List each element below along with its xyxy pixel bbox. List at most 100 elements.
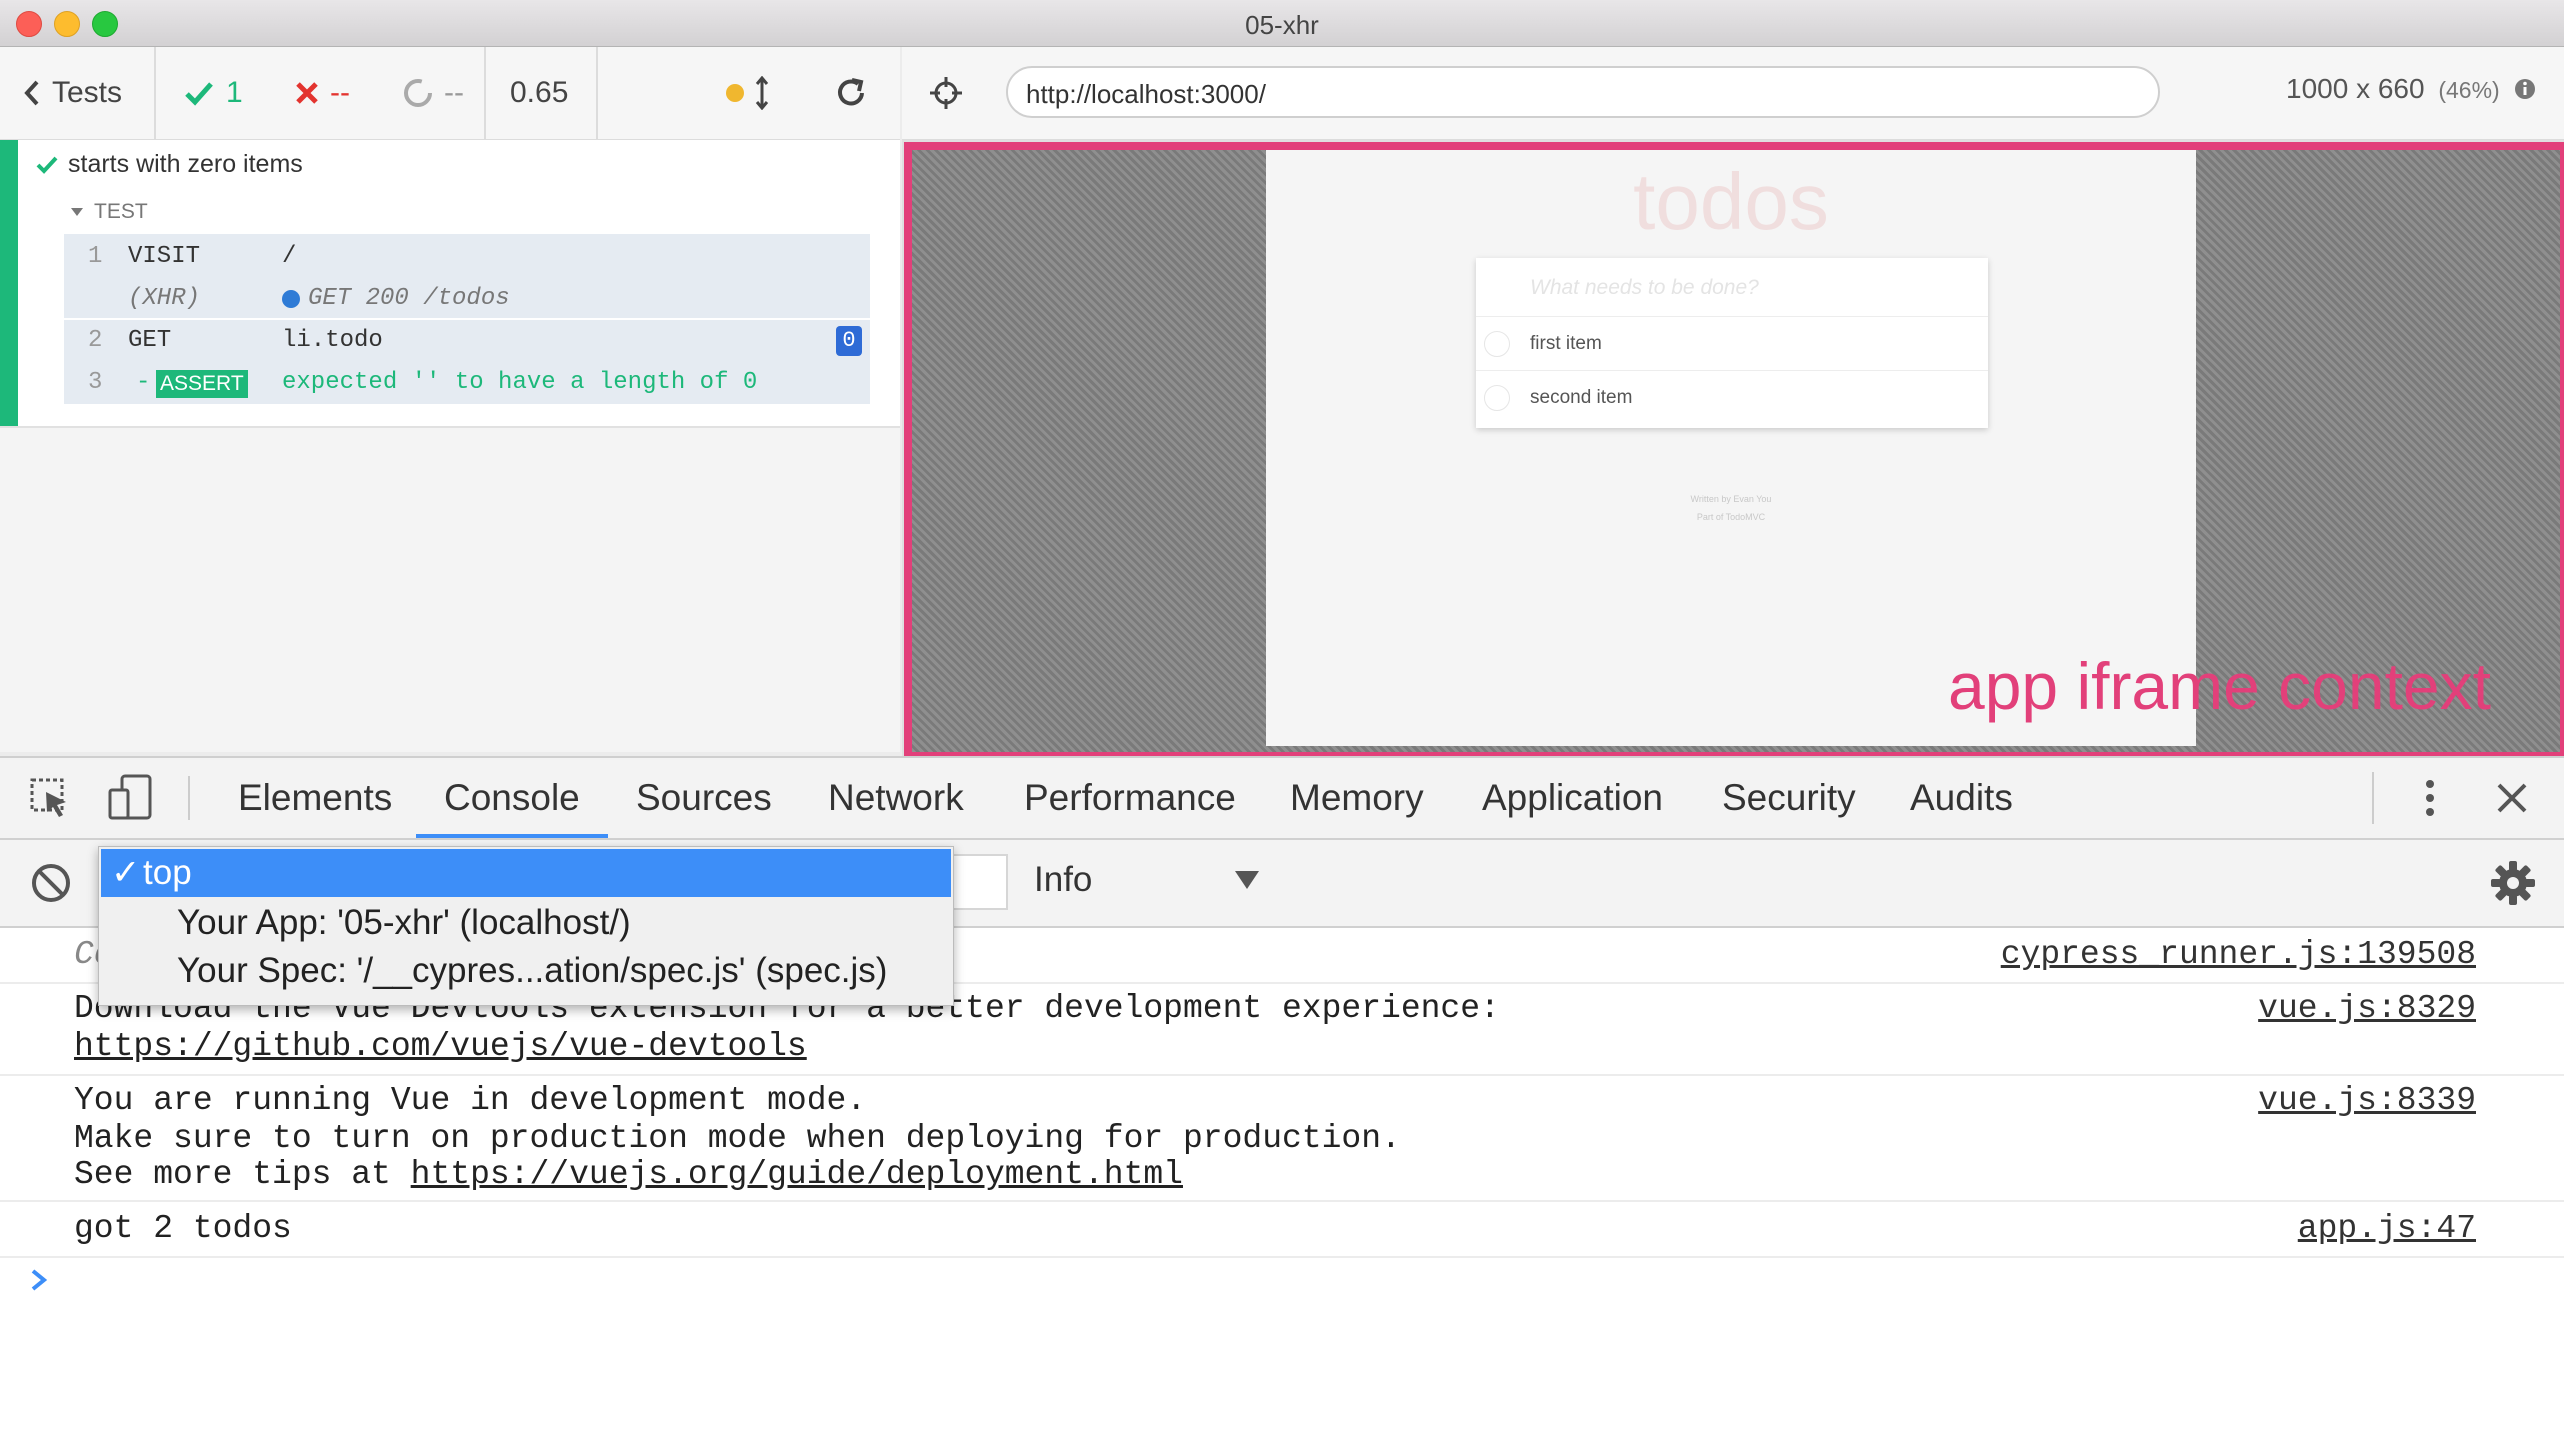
test-title-row[interactable]: starts with zero items	[36, 150, 303, 179]
test-status-stripe	[0, 140, 18, 426]
todo-list: What needs to be done? first item second…	[1476, 258, 1988, 428]
context-option-selected[interactable]: ✓ top	[101, 849, 951, 897]
assert-badge: ASSERT	[156, 370, 248, 398]
todo-label: first item	[1530, 333, 1602, 354]
app-iframe-context-label: app iframe context	[1948, 649, 2491, 723]
inspect-cursor-icon	[30, 778, 66, 817]
test-item[interactable]: starts with zero items TEST 1 VISIT / (X…	[0, 140, 900, 428]
devtools-menu-button[interactable]	[2420, 776, 2440, 825]
todo-item[interactable]: second item	[1476, 370, 1988, 425]
command-message: /	[282, 243, 297, 270]
context-option[interactable]: Your App: '05-xhr' (localhost/)	[177, 901, 631, 945]
clear-console-button[interactable]	[30, 862, 72, 909]
window-titlebar: 05-xhr	[0, 0, 2564, 47]
context-option[interactable]: Your Spec: '/__cypres...ation/spec.js' (…	[177, 949, 887, 993]
selector-playground-button[interactable]	[928, 75, 964, 116]
app-footer: Written by Evan You Part of TodoMVC	[1266, 490, 2196, 526]
console-text: Make sure to turn on production mode whe…	[74, 1120, 1401, 1157]
active-tab-indicator	[416, 834, 608, 838]
window-title: 05-xhr	[1245, 10, 1319, 40]
console-text-prefix: See more tips at	[74, 1156, 411, 1193]
todo-item[interactable]: first item	[1476, 316, 1988, 371]
context-option-label: top	[143, 853, 192, 892]
element-count-badge: 0	[836, 326, 862, 356]
restart-button[interactable]	[834, 47, 868, 139]
pending-stat[interactable]: --	[402, 47, 464, 139]
failed-stat[interactable]: --	[294, 47, 350, 139]
console-settings-button[interactable]	[2490, 860, 2536, 911]
tab-network[interactable]: Network	[828, 758, 964, 838]
block-icon	[32, 864, 70, 902]
command-message: GET 200 /todos	[282, 278, 510, 320]
viewport-info[interactable]: 1000 x 660 (46%)	[2286, 73, 2536, 105]
console-text: got 2 todos	[74, 1210, 292, 1247]
console-source-link[interactable]: vue.js:8339	[2258, 1082, 2476, 1120]
passed-count: 1	[226, 76, 243, 109]
tab-audits[interactable]: Audits	[1910, 758, 2013, 838]
console-link[interactable]: https://github.com/vuejs/vue-devtools	[74, 1028, 807, 1066]
pending-circle-icon	[404, 79, 432, 107]
todo-toggle[interactable]	[1484, 331, 1510, 357]
assert-prefix: -	[136, 369, 151, 396]
devtools-tab-bar: Elements Console Sources Network Perform…	[0, 758, 2564, 840]
command-row[interactable]: (XHR) GET 200 /todos	[64, 278, 870, 320]
log-level-select[interactable]: Info	[1034, 860, 1092, 900]
runner-header: Tests 1 -- -- 0.65	[0, 47, 900, 141]
assert-word: to have a length of	[454, 369, 729, 396]
command-name: VISIT	[128, 243, 201, 270]
refresh-icon	[838, 78, 864, 106]
assert-message: expected '' to have a length of 0	[282, 362, 757, 404]
crosshair-icon	[930, 77, 962, 109]
xhr-status-dot-icon	[282, 290, 300, 308]
tab-sources[interactable]: Sources	[636, 758, 772, 838]
chevron-left-icon	[24, 80, 39, 106]
checkmark-icon: ✓	[111, 853, 141, 892]
passed-stat[interactable]: 1	[184, 47, 243, 139]
inspect-element-button[interactable]	[30, 778, 72, 825]
x-icon	[296, 82, 318, 104]
console-text: See more tips at https://vuejs.org/guide…	[74, 1156, 1183, 1194]
aut-url-input[interactable]: http://localhost:3000/	[1006, 66, 2160, 118]
todo-toggle[interactable]	[1484, 385, 1510, 411]
command-name: GET	[128, 327, 172, 354]
console-source-link[interactable]: vue.js:8329	[2258, 990, 2476, 1028]
tab-console[interactable]: Console	[444, 758, 580, 838]
pending-count: --	[444, 76, 464, 109]
tab-elements[interactable]: Elements	[238, 758, 392, 838]
tab-performance[interactable]: Performance	[1024, 758, 1236, 838]
dropdown-arrow-icon	[1235, 871, 1259, 889]
command-row[interactable]: 2 GET li.todo 0	[64, 320, 870, 362]
command-message: li.todo	[282, 327, 383, 354]
tab-security[interactable]: Security	[1722, 758, 1856, 838]
footer-line: Written by Evan You	[1690, 494, 1772, 504]
new-todo-input[interactable]: What needs to be done?	[1530, 276, 1759, 300]
execution-context-dropdown[interactable]: ✓ top Your App: '05-xhr' (localhost/) Yo…	[98, 846, 954, 1006]
test-section-header[interactable]: TEST	[70, 200, 148, 224]
console-link[interactable]: https://vuejs.org/guide/deployment.html	[411, 1156, 1183, 1193]
caret-down-icon	[71, 208, 83, 216]
running-dot-icon	[726, 84, 744, 102]
device-toolbar-button[interactable]	[108, 774, 154, 827]
command-row[interactable]: 3 - ASSERT expected '' to have a length …	[64, 362, 870, 404]
console-prompt[interactable]	[30, 1268, 48, 1297]
kebab-menu-icon	[2426, 780, 2434, 816]
viewport-size: 1000 x 660	[2286, 73, 2425, 104]
close-devtools-button[interactable]	[2496, 782, 2528, 819]
console-source-link[interactable]: app.js:47	[2298, 1210, 2476, 1248]
prompt-chevron-icon	[31, 1269, 48, 1291]
command-row[interactable]: 1 VISIT /	[64, 236, 870, 278]
console-text: You are running Vue in development mode.	[74, 1082, 867, 1119]
app-heading: todos	[1633, 157, 1829, 246]
gear-icon	[2491, 861, 2535, 905]
console-source-link[interactable]: cypress_runner.js:139508	[2001, 936, 2476, 974]
back-to-tests-button[interactable]: Tests	[22, 47, 152, 139]
device-icon	[108, 774, 152, 820]
auto-scroll-toggle[interactable]	[726, 47, 770, 139]
todo-label: second item	[1530, 387, 1633, 408]
assert-value: 0	[742, 369, 758, 396]
command-name: (XHR)	[128, 285, 201, 312]
tab-application[interactable]: Application	[1482, 758, 1663, 838]
viewport-scale: (46%)	[2438, 77, 2500, 103]
tab-memory[interactable]: Memory	[1290, 758, 1424, 838]
command-number: 1	[88, 243, 103, 270]
